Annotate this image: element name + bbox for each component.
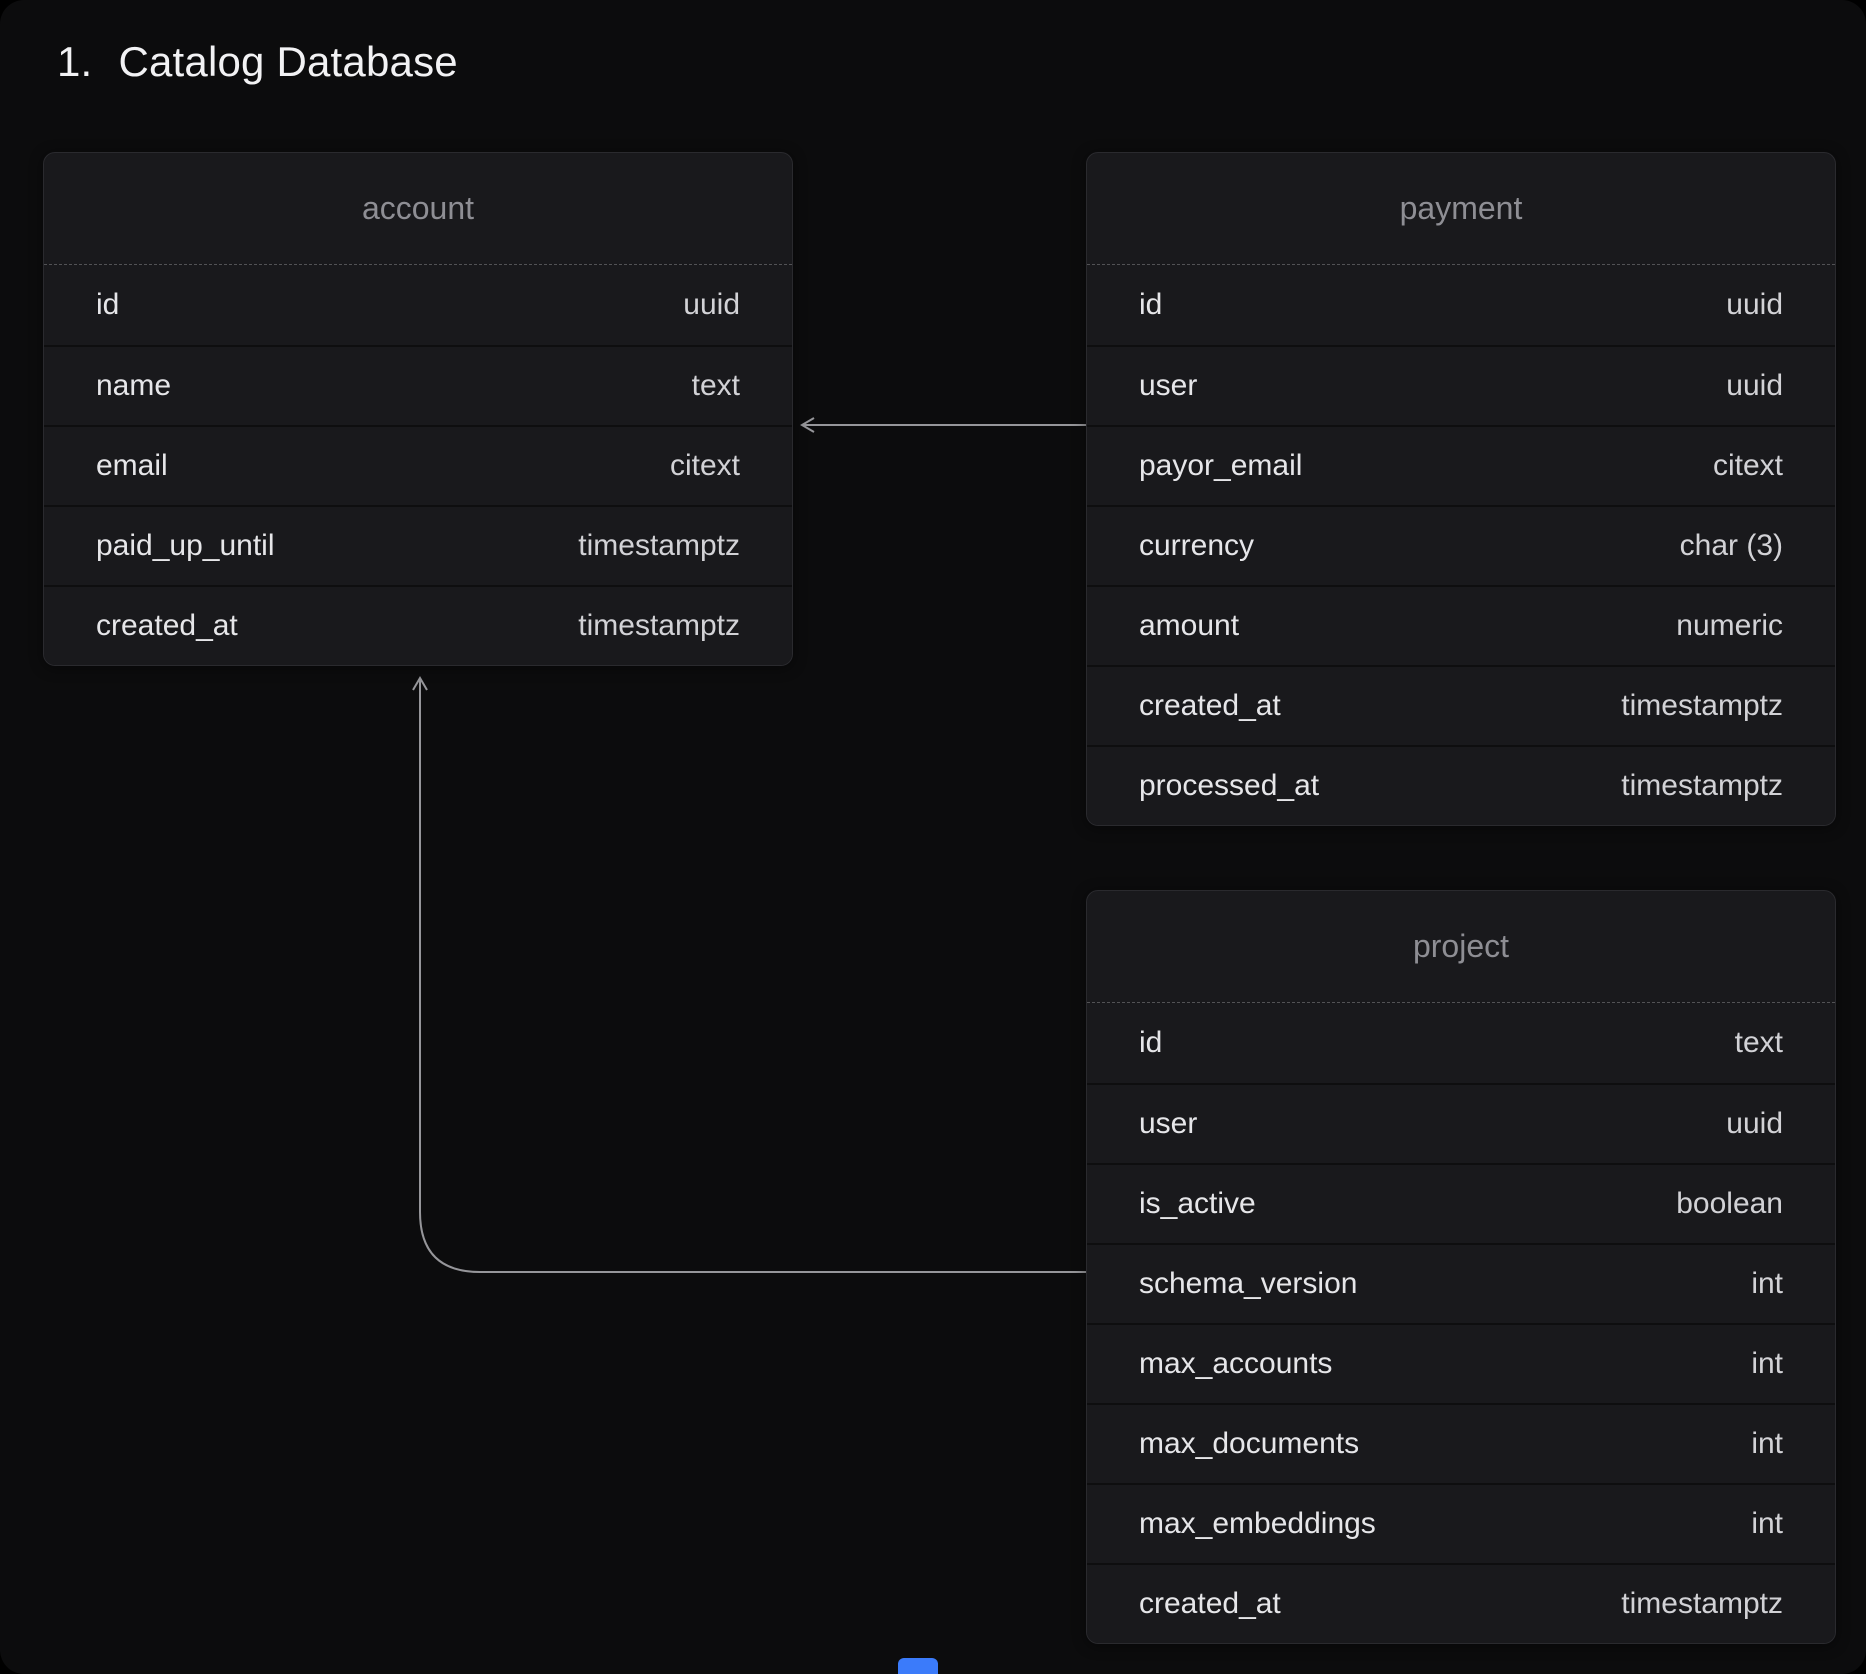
- field-name: schema_version: [1139, 1267, 1357, 1301]
- table-row[interactable]: schema_version int: [1087, 1243, 1835, 1323]
- connector-project-to-account: [420, 678, 1086, 1272]
- field-name: user: [1139, 369, 1197, 403]
- field-name: payor_email: [1139, 449, 1302, 483]
- field-name: email: [96, 449, 168, 483]
- table-row[interactable]: max_accounts int: [1087, 1323, 1835, 1403]
- field-type: int: [1751, 1347, 1783, 1381]
- field-name: amount: [1139, 609, 1239, 643]
- field-name: created_at: [1139, 1587, 1281, 1621]
- field-name: user: [1139, 1107, 1197, 1141]
- table-row[interactable]: max_documents int: [1087, 1403, 1835, 1483]
- field-name: id: [96, 288, 119, 322]
- field-type: char (3): [1680, 529, 1783, 563]
- table-row[interactable]: email citext: [44, 425, 792, 505]
- field-type: uuid: [1726, 1107, 1783, 1141]
- table-payment[interactable]: payment id uuid user uuid payor_email ci…: [1086, 152, 1836, 826]
- field-name: currency: [1139, 529, 1254, 563]
- field-type: timestamptz: [578, 609, 740, 643]
- field-type: citext: [670, 449, 740, 483]
- field-name: max_accounts: [1139, 1347, 1332, 1381]
- field-name: id: [1139, 1026, 1162, 1060]
- field-name: name: [96, 369, 171, 403]
- table-account-header[interactable]: account: [44, 153, 792, 265]
- field-type: uuid: [683, 288, 740, 322]
- table-account[interactable]: account id uuid name text email citext p…: [43, 152, 793, 666]
- field-type: timestamptz: [578, 529, 740, 563]
- table-row[interactable]: id text: [1087, 1003, 1835, 1083]
- page-title-number: 1.: [57, 38, 92, 86]
- table-row[interactable]: currency char (3): [1087, 505, 1835, 585]
- page-title: 1. Catalog Database: [57, 38, 458, 86]
- field-type: timestamptz: [1621, 769, 1783, 803]
- table-row[interactable]: user uuid: [1087, 1083, 1835, 1163]
- field-name: created_at: [96, 609, 238, 643]
- field-type: int: [1751, 1427, 1783, 1461]
- field-name: id: [1139, 288, 1162, 322]
- field-type: uuid: [1726, 369, 1783, 403]
- table-project-title: project: [1413, 928, 1509, 965]
- field-name: paid_up_until: [96, 529, 275, 563]
- field-type: boolean: [1676, 1187, 1783, 1221]
- field-type: uuid: [1726, 288, 1783, 322]
- table-row[interactable]: max_embeddings int: [1087, 1483, 1835, 1563]
- field-type: int: [1751, 1267, 1783, 1301]
- table-row[interactable]: processed_at timestamptz: [1087, 745, 1835, 825]
- table-project-header[interactable]: project: [1087, 891, 1835, 1003]
- field-type: timestamptz: [1621, 1587, 1783, 1621]
- table-row[interactable]: name text: [44, 345, 792, 425]
- field-name: max_embeddings: [1139, 1507, 1376, 1541]
- table-row[interactable]: id uuid: [1087, 265, 1835, 345]
- field-name: processed_at: [1139, 769, 1319, 803]
- table-row[interactable]: id uuid: [44, 265, 792, 345]
- field-type: numeric: [1676, 609, 1783, 643]
- table-row[interactable]: user uuid: [1087, 345, 1835, 425]
- field-type: text: [1735, 1026, 1783, 1060]
- field-name: created_at: [1139, 689, 1281, 723]
- field-type: text: [692, 369, 740, 403]
- field-type: timestamptz: [1621, 689, 1783, 723]
- page-title-text: Catalog Database: [118, 38, 457, 86]
- table-row[interactable]: paid_up_until timestamptz: [44, 505, 792, 585]
- table-row[interactable]: is_active boolean: [1087, 1163, 1835, 1243]
- field-name: max_documents: [1139, 1427, 1359, 1461]
- field-name: is_active: [1139, 1187, 1256, 1221]
- field-type: citext: [1713, 449, 1783, 483]
- table-row[interactable]: created_at timestamptz: [1087, 1563, 1835, 1643]
- table-account-title: account: [362, 190, 474, 227]
- table-payment-title: payment: [1400, 190, 1523, 227]
- diagram-canvas[interactable]: 1. Catalog Database account id uuid name…: [0, 0, 1866, 1674]
- table-row[interactable]: created_at timestamptz: [1087, 665, 1835, 745]
- table-row[interactable]: created_at timestamptz: [44, 585, 792, 665]
- table-project[interactable]: project id text user uuid is_active bool…: [1086, 890, 1836, 1644]
- table-payment-header[interactable]: payment: [1087, 153, 1835, 265]
- field-type: int: [1751, 1507, 1783, 1541]
- table-row[interactable]: payor_email citext: [1087, 425, 1835, 505]
- table-row[interactable]: amount numeric: [1087, 585, 1835, 665]
- blue-handle[interactable]: [898, 1658, 938, 1674]
